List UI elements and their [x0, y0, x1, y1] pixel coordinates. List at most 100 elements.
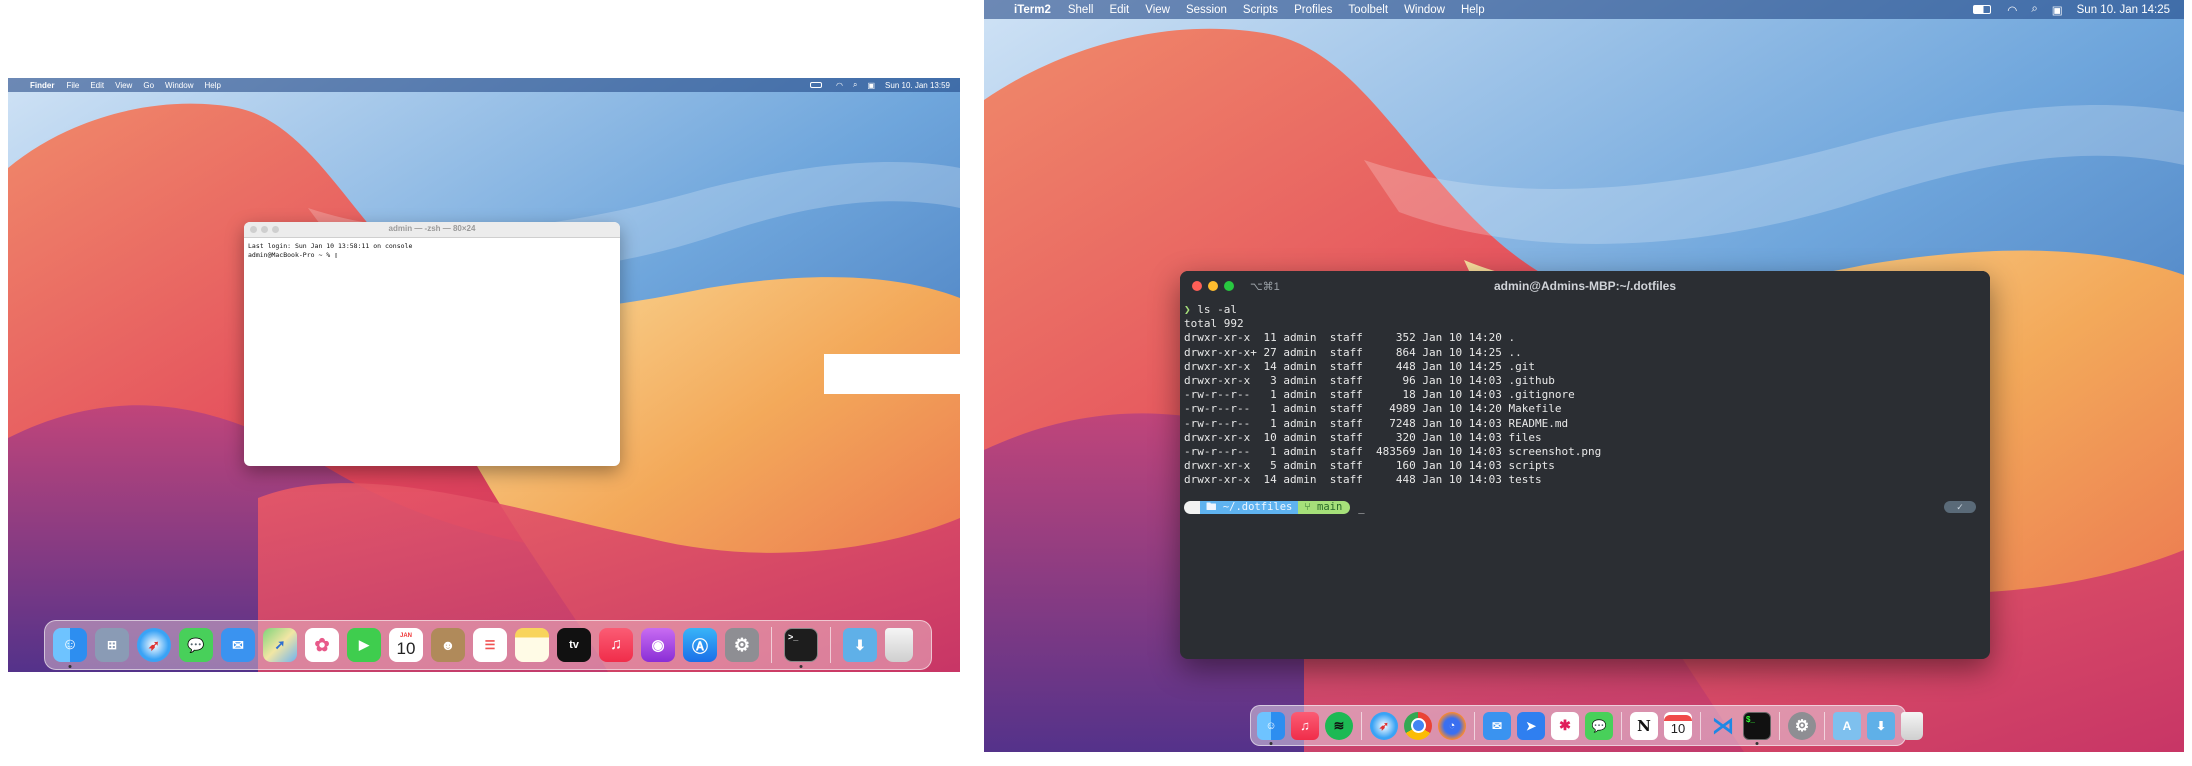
dock-iterm-icon[interactable]: $_: [1743, 711, 1771, 745]
menu-view[interactable]: View: [115, 81, 132, 90]
dock-appstore-icon[interactable]: Ⓐ: [683, 628, 717, 662]
command-line: ❯ ls -al: [1184, 303, 1601, 317]
dock-maps-icon[interactable]: ➚: [263, 628, 297, 662]
prompt-branch: main: [1317, 501, 1343, 513]
dock-system-preferences-icon[interactable]: ⚙: [725, 628, 759, 662]
menu-help[interactable]: Help: [1461, 4, 1485, 16]
prompt-git-segment: ⑂ main: [1298, 501, 1351, 514]
listing-row: -rw-r--r-- 1 admin staff 7248 Jan 10 14:…: [1184, 416, 1569, 430]
menu-window[interactable]: Window: [165, 81, 193, 90]
dock-applications-folder-icon[interactable]: A: [1833, 711, 1861, 740]
right-menubar: iTerm2 Shell Edit View Session Scripts P…: [984, 0, 2184, 19]
dock-separator: [1700, 711, 1701, 740]
status-check-badge: ✓: [1944, 501, 1976, 513]
dock-notion-icon[interactable]: N: [1630, 711, 1658, 740]
menu-profiles[interactable]: Profiles: [1294, 4, 1332, 16]
menu-scripts[interactable]: Scripts: [1243, 4, 1278, 16]
dock-downloads-folder-icon[interactable]: ⬇: [1867, 711, 1895, 740]
dock-spark-icon[interactable]: ➤: [1517, 711, 1545, 740]
listing-row: drwxr-xr-x 11 admin staff 352 Jan 10 14:…: [1184, 331, 1516, 345]
terminal-line: admin@MacBook-Pro ~ % ▯: [248, 251, 339, 259]
dock-safari-icon[interactable]: ➶: [137, 628, 171, 662]
dock-contacts-icon[interactable]: ☻: [431, 628, 465, 662]
listing-row: -rw-r--r-- 1 admin staff 483569 Jan 10 1…: [1184, 445, 1602, 459]
dock-calendar-icon[interactable]: JAN 10: [389, 628, 423, 662]
calendar-day: 10: [1670, 720, 1686, 736]
control-center-icon[interactable]: ▣: [2052, 3, 2063, 17]
dock-notes-icon[interactable]: [515, 628, 549, 662]
menu-session[interactable]: Session: [1186, 4, 1227, 16]
right-desktop-screen: iTerm2 Shell Edit View Session Scripts P…: [984, 0, 2184, 752]
dock-launchpad-icon[interactable]: ⊞: [95, 628, 129, 662]
menu-help[interactable]: Help: [204, 81, 220, 90]
menu-toolbelt[interactable]: Toolbelt: [1348, 4, 1388, 16]
dock-separator: [1824, 711, 1825, 740]
wifi-icon[interactable]: ◠: [2007, 3, 2017, 17]
dock-slack-icon[interactable]: ✱: [1551, 711, 1579, 740]
dock-vscode-icon[interactable]: ⋊: [1709, 712, 1737, 740]
listing-row: drwxr-xr-x 3 admin staff 96 Jan 10 14:03…: [1184, 374, 1555, 388]
dock-chrome-icon[interactable]: [1404, 711, 1432, 740]
wifi-icon[interactable]: ◠: [836, 81, 843, 90]
prompt-dir-segment: 🖿 ~/.dotfiles: [1200, 501, 1299, 514]
calendar-day: 10: [396, 639, 416, 658]
iterm-content[interactable]: ❯ ls -al total 992 drwxr-xr-x 11 admin s…: [1184, 303, 1601, 488]
dock-music-icon[interactable]: ♫: [599, 628, 633, 662]
menu-edit[interactable]: Edit: [90, 81, 104, 90]
dock-firefox-icon[interactable]: ◔: [1438, 711, 1466, 740]
battery-icon[interactable]: [810, 82, 823, 88]
dock-separator: [1474, 711, 1475, 740]
dock-tv-icon[interactable]: tv: [557, 628, 591, 662]
search-icon[interactable]: ⌕: [2031, 3, 2037, 16]
dock-reminders-icon[interactable]: ☰: [473, 628, 507, 662]
iterm-window[interactable]: ⌥⌘1 admin@Admins-MBP:~/.dotfiles ❯ ls -a…: [1180, 271, 1990, 659]
menu-shell[interactable]: Shell: [1068, 4, 1094, 16]
dock-mail-icon[interactable]: ✉: [221, 628, 255, 662]
menubar-clock[interactable]: Sun 10. Jan 13:59: [885, 81, 950, 90]
left-dock: ☺ ⊞ ➶ 💬 ✉ ➚ ✿ ▶ JAN 10 ☻ ☰ tv ♫ ◉ Ⓐ ⚙ >_…: [44, 620, 932, 670]
listing-row: -rw-r--r-- 1 admin staff 18 Jan 10 14:03…: [1184, 388, 1575, 402]
dock-finder-icon[interactable]: ☺: [1257, 711, 1285, 745]
right-dock: ☺ ♫ ≋ ➶ ◔ ✉ ➤ ✱ 💬 N 10 ⋊ $_ ⚙ A ⬇: [1250, 705, 1923, 746]
dock-messages-icon[interactable]: 💬: [1585, 711, 1613, 740]
dock-podcasts-icon[interactable]: ◉: [641, 628, 675, 662]
dock-mail-icon[interactable]: ✉: [1483, 711, 1511, 740]
left-desktop-screen: Finder File Edit View Go Window Help ◠ ⌕…: [8, 78, 960, 672]
tv-label: tv: [569, 639, 579, 651]
menu-edit[interactable]: Edit: [1109, 4, 1129, 16]
dock-messages-icon[interactable]: 💬: [179, 628, 213, 662]
dock-terminal-icon[interactable]: >_: [784, 628, 818, 668]
prompt-arrow-icon: ❯: [1184, 303, 1198, 316]
battery-icon[interactable]: [1973, 5, 1992, 14]
prompt-dir: ~/.dotfiles: [1222, 501, 1293, 513]
terminal-titlebar[interactable]: admin — -zsh — 80×24: [244, 222, 620, 238]
iterm-titlebar[interactable]: ⌥⌘1 admin@Admins-MBP:~/.dotfiles: [1180, 271, 1990, 301]
dock-calendar-icon[interactable]: 10: [1664, 711, 1692, 740]
control-center-icon[interactable]: ▣: [867, 81, 875, 90]
dock-trash-icon[interactable]: [885, 628, 913, 662]
dock-separator: [1779, 711, 1780, 740]
dock-facetime-icon[interactable]: ▶: [347, 628, 381, 662]
terminal-content[interactable]: Last login: Sun Jan 10 13:58:11 on conso…: [248, 242, 412, 260]
app-menu-finder[interactable]: Finder: [30, 81, 54, 90]
menu-go[interactable]: Go: [143, 81, 154, 90]
search-icon[interactable]: ⌕: [853, 80, 857, 90]
dock-music-icon[interactable]: ♫: [1291, 711, 1319, 740]
terminal-cursor: _: [1358, 501, 1365, 514]
dock-spotify-icon[interactable]: ≋: [1325, 711, 1353, 740]
dock-trash-icon[interactable]: [1901, 711, 1923, 740]
listing-row: drwxr-xr-x 14 admin staff 448 Jan 10 14:…: [1184, 473, 1542, 487]
dock-photos-icon[interactable]: ✿: [305, 628, 339, 662]
menubar-clock[interactable]: Sun 10. Jan 14:25: [2077, 4, 2170, 16]
dock-separator: [1621, 711, 1622, 740]
app-menu-iterm2[interactable]: iTerm2: [1014, 4, 1051, 16]
dock-finder-icon[interactable]: ☺: [53, 628, 87, 668]
terminal-window[interactable]: admin — -zsh — 80×24 Last login: Sun Jan…: [244, 222, 620, 466]
dock-system-preferences-icon[interactable]: ⚙: [1788, 711, 1816, 740]
menu-view[interactable]: View: [1145, 4, 1170, 16]
menu-file[interactable]: File: [66, 81, 79, 90]
menu-window[interactable]: Window: [1404, 4, 1445, 16]
dock-safari-icon[interactable]: ➶: [1370, 711, 1398, 740]
dock-downloads-folder-icon[interactable]: ⬇: [843, 628, 877, 662]
dock-separator: [771, 627, 772, 663]
